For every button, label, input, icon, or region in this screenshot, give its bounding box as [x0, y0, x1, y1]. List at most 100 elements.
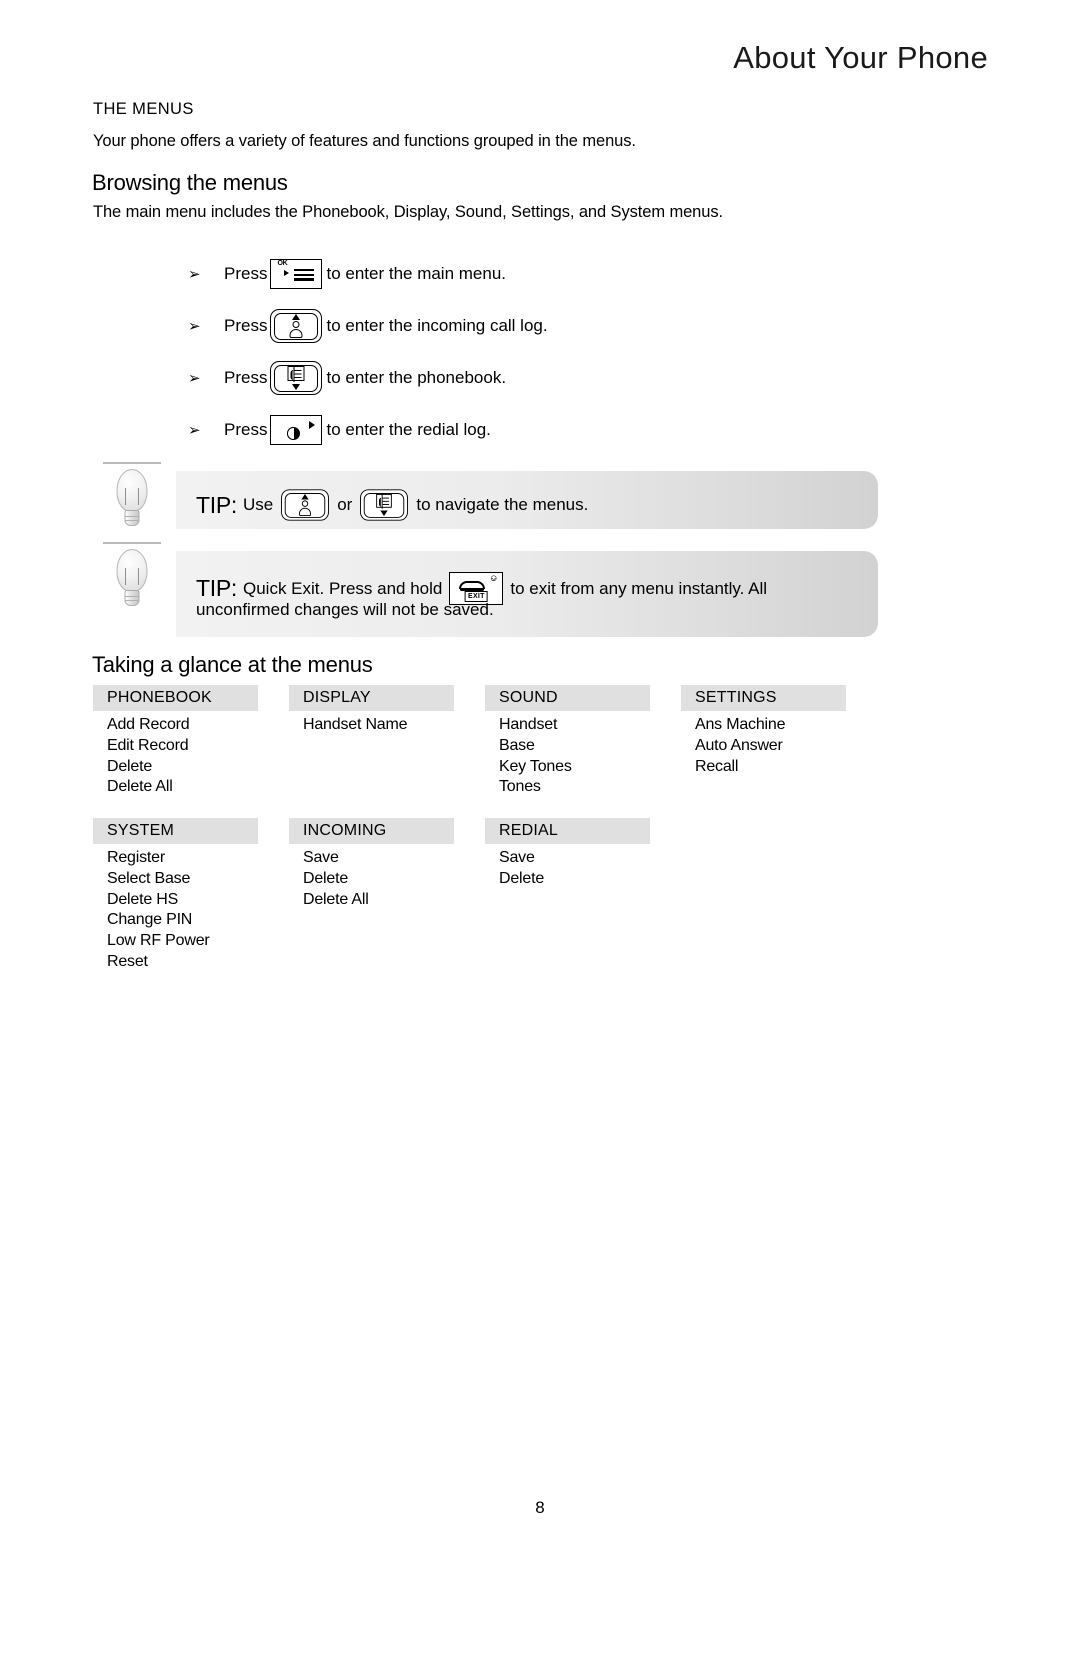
menu-column-items: Save Delete: [485, 844, 650, 890]
menu-column-redial: REDIAL Save Delete: [485, 818, 650, 890]
ok-label: OK: [277, 260, 288, 267]
list-item: Register: [107, 849, 165, 866]
menu-column-sound: SOUND Handset Base Key Tones Tones: [485, 685, 650, 798]
redial-key-icon: [270, 415, 323, 445]
tip-label: TIP:: [196, 491, 237, 518]
list-item: ➢ Press to enter the redial log.: [188, 404, 908, 456]
list-item: Delete: [303, 869, 349, 887]
menu-lines-icon: [294, 269, 315, 283]
document-page: About Your Phone THE MENUS Your phone of…: [0, 0, 1080, 1669]
menu-column-items: Save Delete Delete All: [289, 844, 454, 910]
bullet-action-label: to enter the redial log.: [326, 420, 491, 439]
list-item: ➢ Press to enter the incoming call log.: [188, 300, 908, 352]
bullet-press-label: Press: [224, 316, 268, 335]
menu-ok-key-icon: OK: [270, 259, 323, 289]
list-item: Delete All: [303, 890, 369, 908]
list-item: ➢ Press to enter the phonebook.: [188, 352, 908, 404]
list-item: Low RF Power: [107, 932, 210, 950]
menu-column-header: SOUND: [485, 685, 650, 711]
section-label-the-menus: THE MENUS: [93, 100, 194, 118]
tip-text-line2: unconfirmed changes will not be saved.: [196, 600, 494, 619]
list-item: ➢ Press OK to enter the main menu.: [188, 248, 908, 300]
arrow-up-icon: [301, 493, 309, 500]
menu-column-items: Handset Name: [289, 711, 454, 736]
redial-circle-icon: [287, 427, 301, 440]
arrow-down-icon: [292, 384, 301, 390]
list-item: Add Record: [107, 716, 190, 733]
menu-column-settings: SETTINGS Ans Machine Auto Answer Recall: [681, 685, 846, 777]
arrow-down-icon: [380, 510, 389, 517]
arrow-bullet-icon: ➢: [188, 369, 201, 387]
menu-column-header: SYSTEM: [93, 818, 258, 844]
list-item: Handset Name: [303, 716, 408, 733]
browsing-intro-paragraph: The main menu includes the Phonebook, Di…: [93, 203, 723, 221]
menu-column-items: Add Record Edit Record Delete Delete All: [93, 711, 258, 798]
list-item: Delete: [107, 757, 153, 775]
phonebook-icon: [287, 365, 305, 382]
list-item: Change PIN: [107, 911, 193, 929]
menu-column-display: DISPLAY Handset Name: [289, 685, 454, 736]
list-item: Save: [303, 849, 339, 866]
arrow-bullet-icon: ➢: [188, 317, 201, 335]
menu-column-header: PHONEBOOK: [93, 685, 258, 711]
list-item: Select Base: [107, 869, 191, 887]
bullet-press-label: Press: [224, 420, 268, 439]
person-icon: [289, 321, 303, 338]
bullet-action-label: to enter the main menu.: [326, 264, 507, 283]
list-item: Reset: [107, 952, 148, 970]
press-key-bullet-list: ➢ Press OK to enter the main menu. ➢ Pre…: [188, 248, 908, 456]
bullet-press-label: Press: [224, 264, 268, 283]
tip-text-after: to navigate the menus.: [416, 495, 589, 514]
tip-content-navigate: TIP: Use or to navigate the menus.: [196, 488, 886, 522]
page-number: 8: [535, 1498, 545, 1517]
up-call-log-key-icon: [270, 309, 323, 343]
list-item: Save: [499, 849, 535, 866]
tip-conjunction: or: [337, 495, 353, 514]
person-icon: [299, 500, 312, 517]
heading-browsing-the-menus: Browsing the menus: [92, 170, 288, 195]
intro-paragraph: Your phone offers a variety of features …: [93, 132, 636, 150]
arrow-bullet-icon: ➢: [188, 421, 201, 439]
power-symbol-icon: ⎉: [490, 573, 498, 583]
phonebook-icon: [376, 493, 393, 509]
lightbulb-icon: [101, 462, 163, 536]
list-item: Delete HS: [107, 890, 179, 908]
menu-column-header: INCOMING: [289, 818, 454, 844]
tip-text-before: Use: [242, 495, 274, 514]
menu-column-incoming: INCOMING Save Delete Delete All: [289, 818, 454, 910]
menu-column-header: REDIAL: [485, 818, 650, 844]
handset-icon: [459, 578, 486, 591]
list-item: Recall: [695, 757, 739, 775]
list-item: Delete All: [107, 778, 173, 796]
list-item: Delete: [499, 869, 545, 887]
list-item: Base: [499, 736, 535, 754]
tip-text-before: Quick Exit. Press and hold: [242, 578, 443, 598]
list-item: Key Tones: [499, 757, 572, 775]
list-item: Ans Machine: [695, 716, 786, 733]
menu-column-system: SYSTEM Register Select Base Delete HS Ch…: [93, 818, 258, 973]
tip-label: TIP:: [196, 575, 237, 601]
list-item: Handset: [499, 716, 558, 733]
list-item: Edit Record: [107, 736, 189, 754]
menu-column-items: Handset Base Key Tones Tones: [485, 711, 650, 798]
bullet-action-label: to enter the incoming call log.: [326, 316, 548, 335]
page-title: About Your Phone: [733, 40, 988, 75]
bullet-action-label: to enter the phonebook.: [326, 368, 507, 387]
menu-column-header: DISPLAY: [289, 685, 454, 711]
arrow-bullet-icon: ➢: [188, 265, 201, 283]
down-phonebook-key-icon: [270, 361, 323, 395]
bullet-press-label: Press: [224, 368, 268, 387]
menu-column-phonebook: PHONEBOOK Add Record Edit Record Delete …: [93, 685, 258, 798]
lightbulb-icon: [101, 542, 163, 616]
list-item: Auto Answer: [695, 736, 783, 754]
heading-taking-a-glance: Taking a glance at the menus: [92, 652, 373, 677]
up-call-log-key-icon: [281, 489, 330, 521]
menu-column-items: Ans Machine Auto Answer Recall: [681, 711, 846, 777]
menu-column-header: SETTINGS: [681, 685, 846, 711]
tip-text-after: to exit from any menu instantly. All: [510, 578, 768, 598]
right-triangle-icon: [309, 421, 316, 429]
list-item: Tones: [499, 778, 541, 796]
play-triangle-icon: [284, 270, 290, 276]
menu-column-items: Register Select Base Delete HS Change PI…: [93, 844, 258, 973]
down-phonebook-key-icon: [360, 489, 409, 521]
